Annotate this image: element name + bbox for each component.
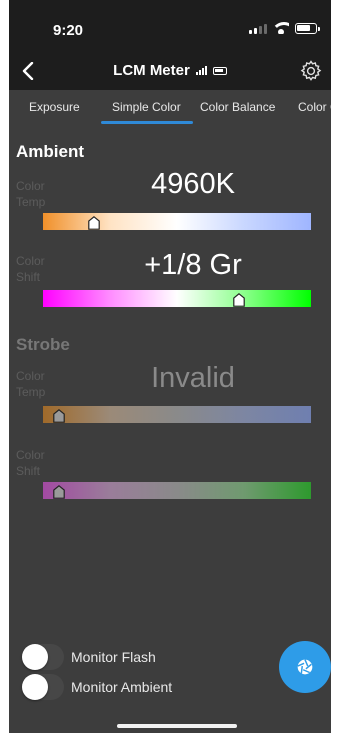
tab-color-grading[interactable]: Color Gr (298, 100, 331, 114)
tab-simple-color[interactable]: Simple Color (112, 100, 181, 114)
active-tab-indicator (101, 121, 193, 124)
monitor-ambient-label: Monitor Ambient (71, 679, 173, 695)
strobe-color-temp-value: Invalid (151, 362, 235, 394)
toggle-knob (22, 644, 48, 670)
status-bar: 9:20 (9, 0, 331, 52)
meter-signal-icon (195, 66, 207, 75)
strobe-color-temp-slider[interactable] (43, 406, 311, 423)
shutter-aperture-icon (297, 659, 313, 675)
monitor-flash-toggle[interactable] (22, 644, 64, 670)
gear-icon (300, 60, 322, 81)
measure-button[interactable] (279, 641, 331, 693)
ambient-color-temp-value: 4960K (151, 168, 235, 200)
strobe-color-shift-slider[interactable] (43, 482, 311, 499)
slider-thumb[interactable] (232, 293, 245, 307)
monitor-flash-label: Monitor Flash (71, 649, 156, 665)
settings-button[interactable] (299, 59, 323, 83)
slider-thumb[interactable] (88, 216, 100, 230)
monitor-flash-row: Monitor Flash (22, 644, 156, 670)
navigation-bar: LCM Meter (9, 52, 331, 90)
ambient-color-shift-value: +1/8 Gr (144, 249, 242, 281)
ambient-color-temp-label: Color Temp (16, 179, 46, 209)
strobe-color-temp-label: Color Temp (16, 369, 46, 399)
ambient-color-shift-slider[interactable] (43, 290, 311, 307)
status-time: 9:20 (53, 22, 84, 39)
home-indicator (117, 724, 237, 728)
battery-icon (295, 22, 320, 34)
cellular-signal-icon (249, 23, 267, 34)
slider-thumb[interactable] (53, 485, 65, 499)
tab-exposure[interactable]: Exposure (29, 100, 80, 114)
meter-battery-icon (212, 66, 227, 75)
ambient-title: Ambient (16, 142, 84, 161)
tab-bar: Exposure Simple Color Color Balance Colo… (9, 90, 331, 126)
strobe-title: Strobe (16, 335, 70, 354)
strobe-color-shift-label: Color Shift (16, 448, 45, 478)
slider-thumb[interactable] (53, 409, 65, 423)
page-title: LCM Meter (113, 62, 190, 79)
app-screen: 9:20 LCM Meter Exposure Simple Color Col… (9, 0, 331, 733)
title-group: LCM Meter (9, 62, 331, 79)
monitor-ambient-row: Monitor Ambient (22, 674, 172, 700)
status-icons (249, 22, 320, 34)
toggle-knob (22, 674, 48, 700)
monitor-ambient-toggle[interactable] (22, 674, 64, 700)
ambient-color-temp-slider[interactable] (43, 213, 311, 230)
wifi-icon (273, 22, 289, 34)
tab-color-balance[interactable]: Color Balance (200, 100, 275, 114)
ambient-color-shift-label: Color Shift (16, 254, 45, 284)
